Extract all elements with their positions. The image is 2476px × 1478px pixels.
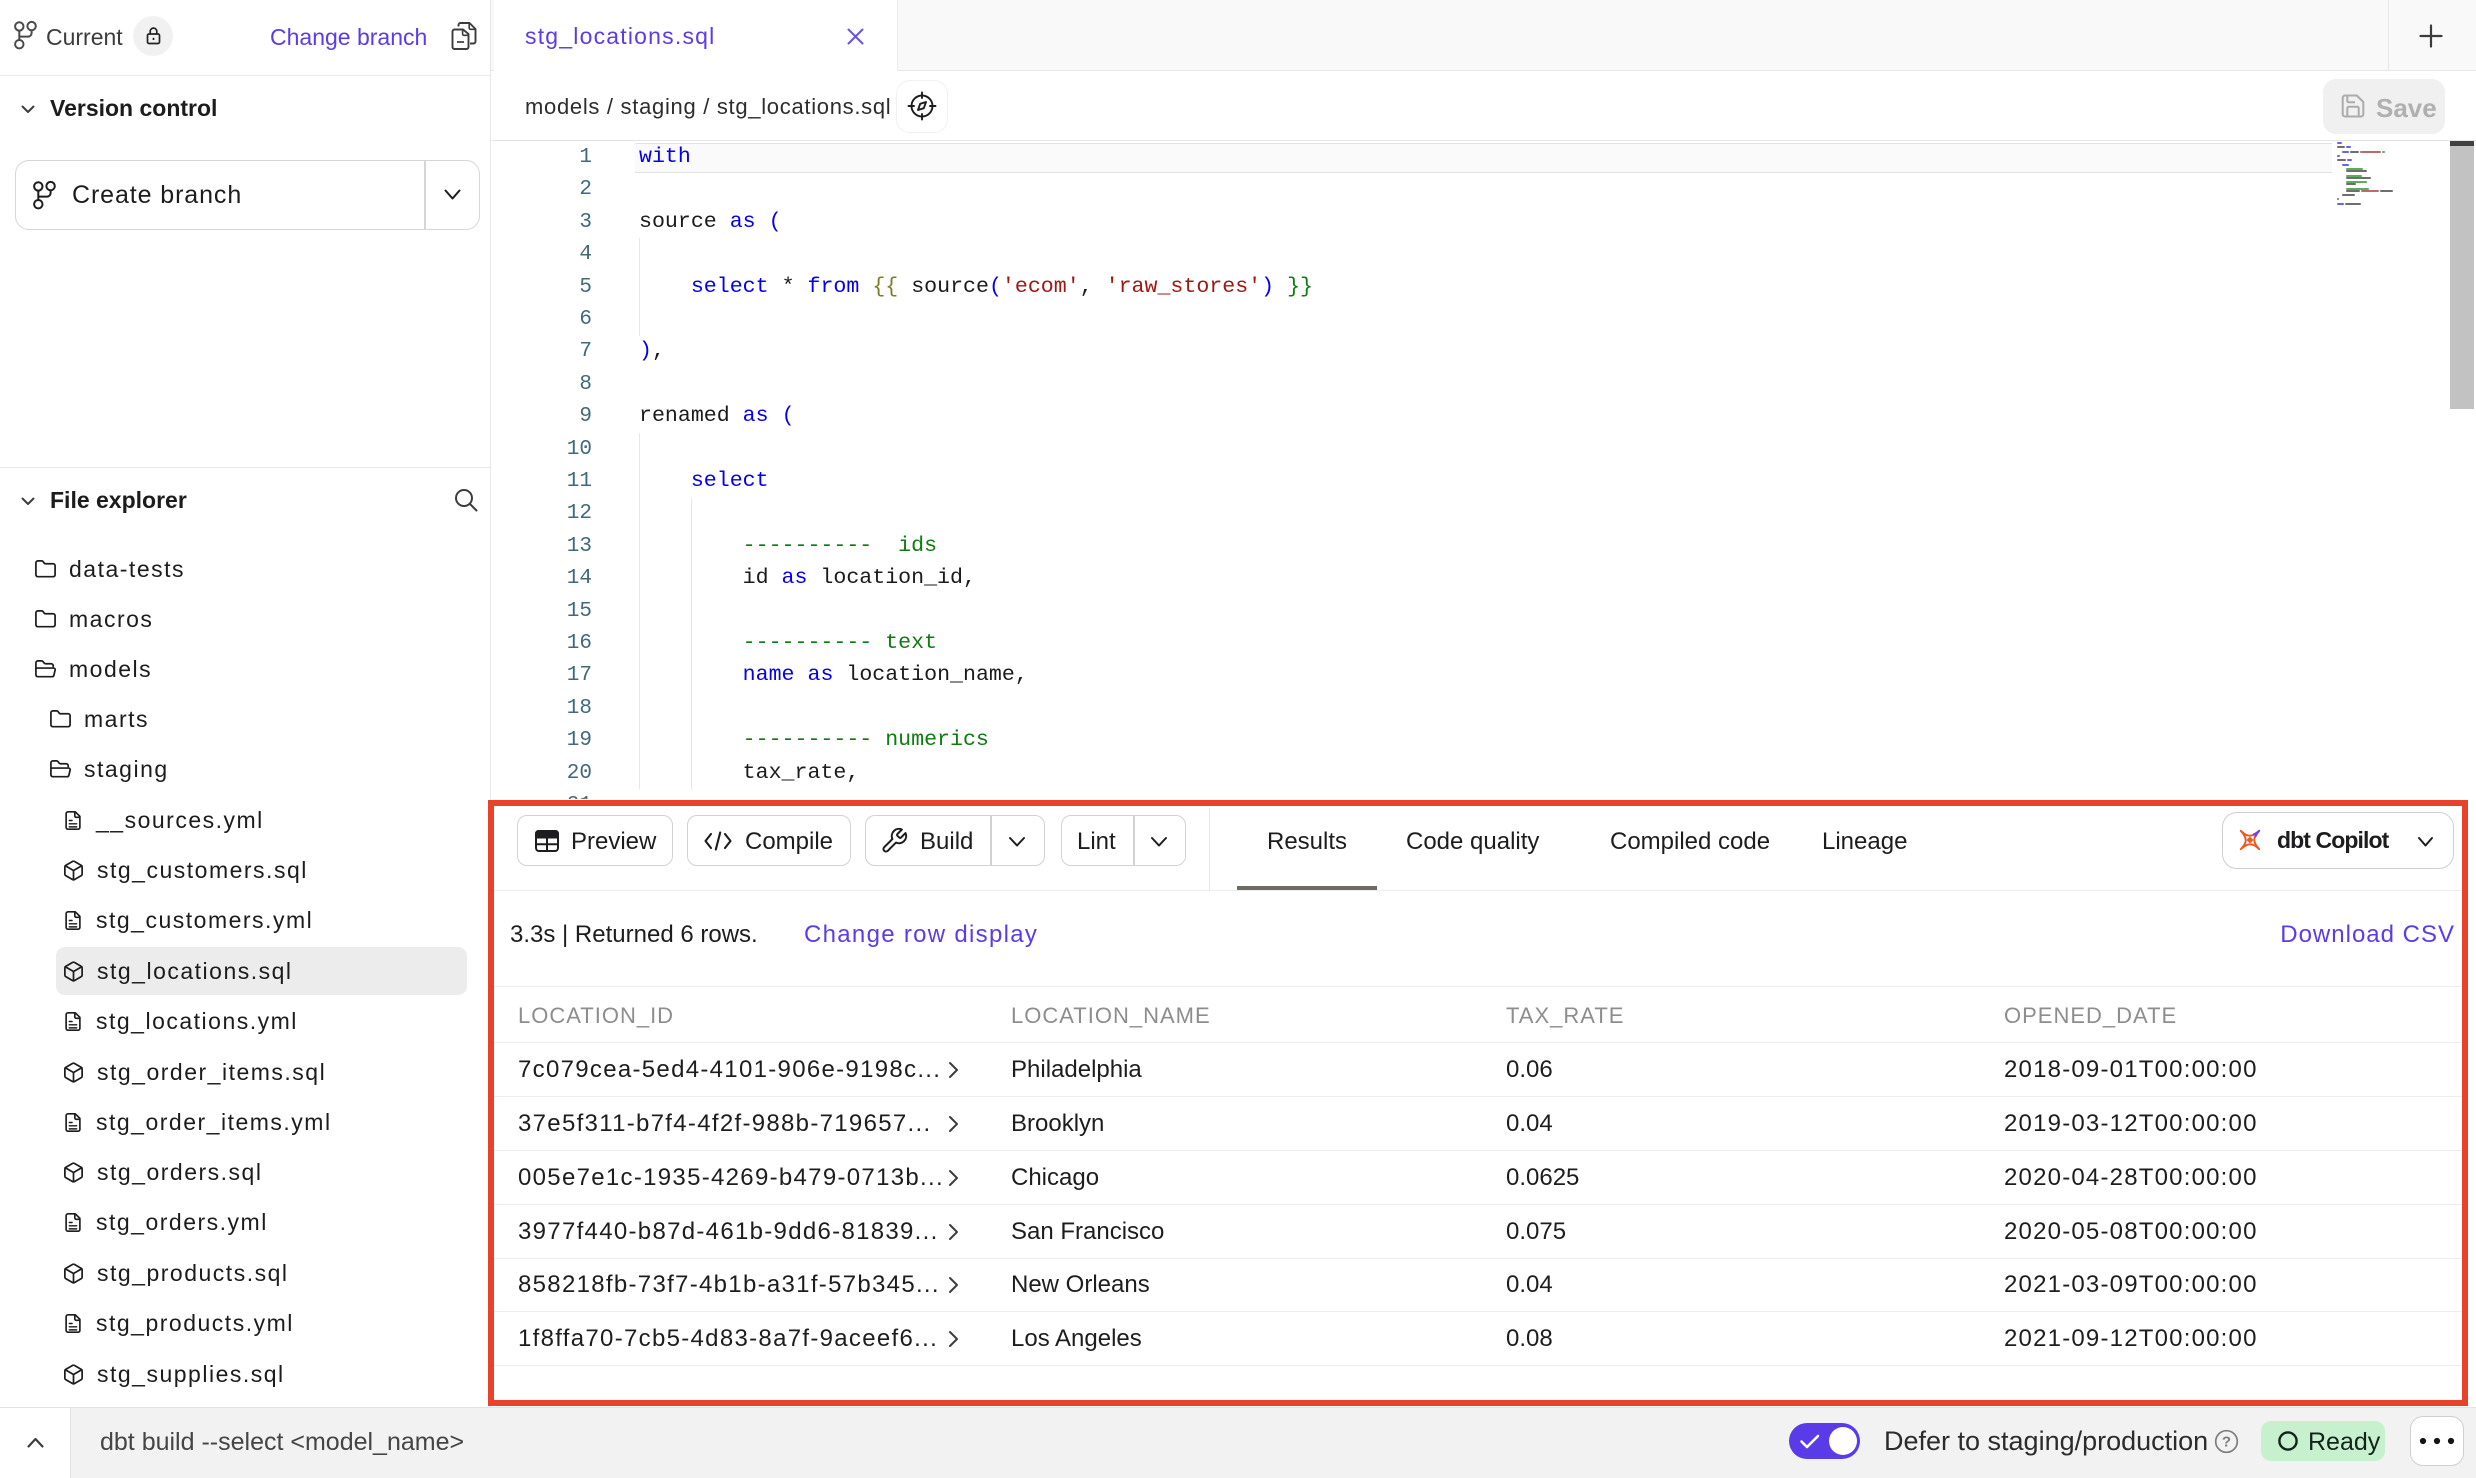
svg-text:?: ? [2222,1434,2231,1451]
